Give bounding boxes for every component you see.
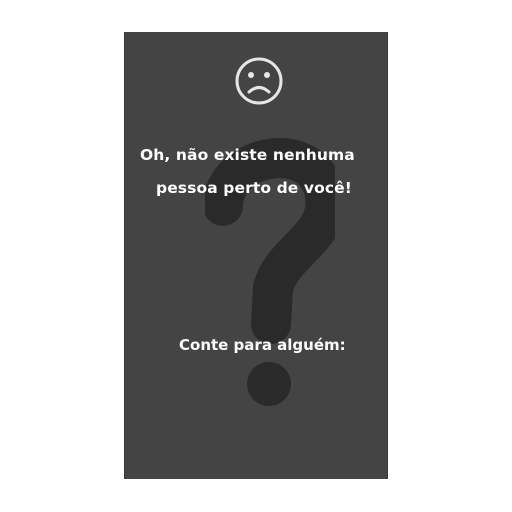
share-prompt: Conte para alguém:: [179, 336, 346, 354]
empty-state-screen: Oh, não existe nenhuma pessoa perto de v…: [124, 32, 388, 479]
empty-state-message: Oh, não existe nenhuma pessoa perto de v…: [125, 32, 387, 479]
message-line-2: pessoa perto de você!: [156, 179, 352, 197]
message-line-1: Oh, não existe nenhuma: [140, 146, 355, 164]
